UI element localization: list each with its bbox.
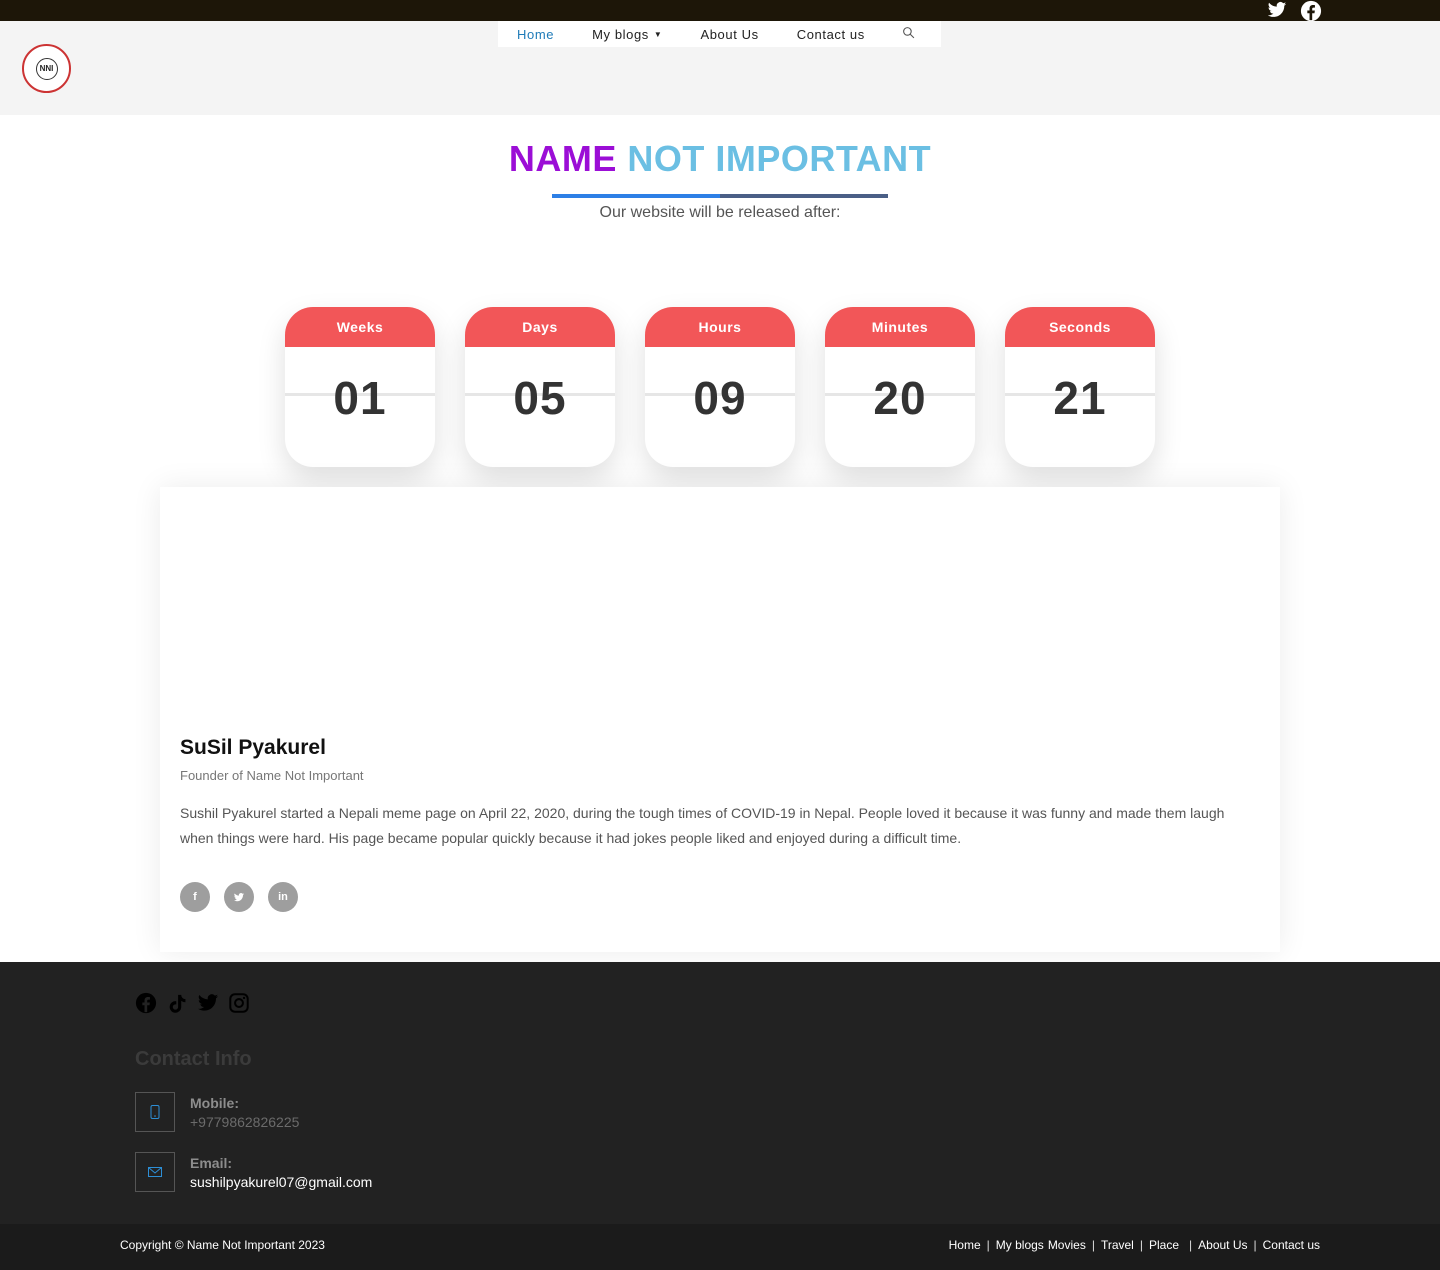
twitter-icon[interactable] — [1266, 0, 1288, 20]
footer-social-links — [135, 992, 250, 1016]
linkedin-icon[interactable]: in — [268, 882, 298, 912]
countdown-minutes: Minutes 20 — [825, 307, 975, 467]
profile-role: Founder of Name Not Important — [180, 768, 364, 783]
top-social-links — [1266, 0, 1322, 22]
separator: | — [1139, 1238, 1143, 1252]
nav-about-label: About Us — [700, 26, 759, 42]
site-logo[interactable]: NNI — [22, 44, 71, 93]
nav-my-blogs[interactable]: My blogs ▼ — [573, 27, 681, 42]
footer-link-my-blogs[interactable]: My blogs — [996, 1238, 1044, 1252]
title-part-not-important: NOT IMPORTANT — [627, 138, 932, 179]
title-divider-accent — [552, 194, 720, 198]
title-divider — [552, 194, 888, 198]
founder-profile-card: SuSil Pyakurel Founder of Name Not Impor… — [160, 487, 1280, 952]
nav-home[interactable]: Home — [498, 27, 573, 42]
site-header: NNI Home My blogs ▼ About Us Contact us — [0, 21, 1440, 115]
facebook-icon[interactable] — [1300, 0, 1322, 22]
copyright-bar: Copyright © Name Not Important 2023 Home… — [0, 1224, 1440, 1270]
contact-mobile: Mobile: +9779862826225 — [135, 1092, 299, 1132]
countdown-seconds: Seconds 21 — [1005, 307, 1155, 467]
countdown-value: 05 — [513, 372, 567, 424]
tiktok-icon[interactable] — [166, 992, 188, 1016]
countdown-weeks: Weeks 01 — [285, 307, 435, 467]
countdown-label: Days — [465, 307, 615, 347]
page-title: NAME NOT IMPORTANT — [0, 138, 1440, 180]
countdown-days: Days 05 — [465, 307, 615, 467]
twitter-icon[interactable] — [197, 992, 219, 1016]
nav-my-blogs-label: My blogs — [592, 26, 649, 42]
profile-social-links: f in — [180, 882, 298, 912]
countdown-value: 21 — [1053, 372, 1107, 424]
countdown-label: Minutes — [825, 307, 975, 347]
separator: | — [1091, 1238, 1095, 1252]
facebook-icon[interactable] — [135, 992, 157, 1016]
footer-link-about-us[interactable]: About Us — [1198, 1238, 1247, 1252]
chevron-down-icon: ▼ — [653, 29, 663, 39]
email-value[interactable]: sushilpyakurel07@gmail.com — [190, 1174, 372, 1190]
mobile-value[interactable]: +9779862826225 — [190, 1114, 299, 1130]
separator: | — [1253, 1238, 1257, 1252]
countdown-value: 01 — [333, 372, 387, 424]
search-icon[interactable] — [884, 26, 915, 42]
main-nav: Home My blogs ▼ About Us Contact us — [498, 21, 941, 47]
countdown-hours: Hours 09 — [645, 307, 795, 467]
footer-link-movies[interactable]: Movies — [1048, 1238, 1086, 1252]
countdown-label: Seconds — [1005, 307, 1155, 347]
email-label: Email: — [190, 1154, 233, 1171]
footer-link-contact-us[interactable]: Contact us — [1263, 1238, 1320, 1252]
countdown-timer: Weeks 01 Days 05 Hours 09 Minutes 20 Sec… — [285, 307, 1155, 467]
top-bar — [0, 0, 1440, 22]
countdown-label: Hours — [645, 307, 795, 347]
countdown-value: 20 — [873, 372, 927, 424]
instagram-icon[interactable] — [228, 992, 250, 1016]
release-subtitle: Our website will be released after: — [599, 204, 841, 221]
title-part-name: NAME — [508, 138, 617, 179]
separator: | — [1189, 1238, 1193, 1252]
logo-mark: NNI — [35, 57, 58, 80]
footer-nav: Home | My blogs Movies | Travel | Place … — [949, 1238, 1320, 1252]
countdown-value: 09 — [693, 372, 747, 424]
footer-link-home[interactable]: Home — [949, 1238, 981, 1252]
nav-home-label: Home — [517, 26, 555, 42]
mobile-label: Mobile: — [190, 1094, 239, 1111]
twitter-icon[interactable] — [224, 882, 254, 912]
copyright-text: Copyright © Name Not Important 2023 — [120, 1238, 325, 1252]
profile-bio: Sushil Pyakurel started a Nepali meme pa… — [180, 805, 1225, 846]
site-footer: Contact Info Mobile: +9779862826225 Emai… — [0, 962, 1440, 1224]
contact-info-title: Contact Info — [135, 1048, 252, 1070]
separator: | — [986, 1238, 990, 1252]
nav-contact-us[interactable]: Contact us — [778, 27, 884, 42]
contact-email: Email: sushilpyakurel07@gmail.com — [135, 1152, 372, 1192]
footer-link-travel[interactable]: Travel — [1101, 1238, 1134, 1252]
countdown-label: Weeks — [285, 307, 435, 347]
footer-link-place[interactable]: Place — [1149, 1238, 1179, 1252]
nav-about-us[interactable]: About Us — [681, 27, 777, 42]
envelope-icon — [135, 1152, 175, 1192]
phone-icon — [135, 1092, 175, 1132]
nav-contact-label: Contact us — [796, 26, 865, 42]
facebook-icon[interactable]: f — [180, 882, 210, 912]
profile-name: SuSil Pyakurel — [180, 736, 326, 759]
